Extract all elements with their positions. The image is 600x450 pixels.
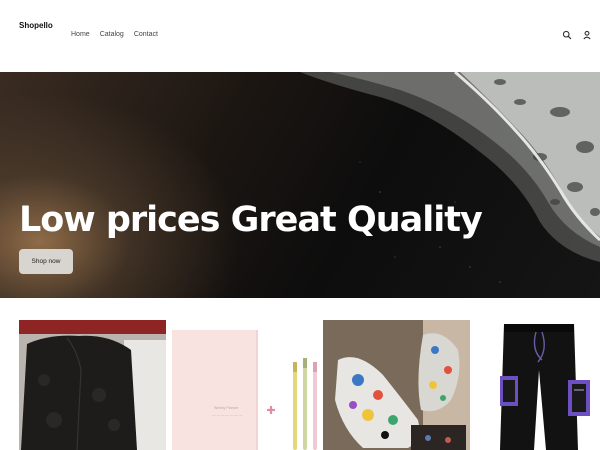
nav-link-catalog[interactable]: Catalog xyxy=(100,31,124,38)
product-image-jacket xyxy=(19,320,166,450)
product-grid: Weekly Planner — — — — — — — xyxy=(0,320,600,450)
planner-subtitle: — — — — — — — xyxy=(212,413,243,417)
site-header: Shopello Home Catalog Contact xyxy=(0,0,600,72)
search-icon[interactable] xyxy=(562,30,572,40)
product-card-planner[interactable]: Weekly Planner — — — — — — — xyxy=(172,320,319,450)
product-card-jacket[interactable] xyxy=(19,320,166,450)
account-icon[interactable] xyxy=(582,30,592,40)
hero-banner: Low prices Great Quality Shop now xyxy=(0,72,600,298)
planner-title: Weekly Planner xyxy=(214,406,239,410)
product-card-sneakers[interactable] xyxy=(323,320,470,450)
product-image-sneakers xyxy=(323,320,470,450)
nav-link-home[interactable]: Home xyxy=(71,31,90,38)
main-nav: Home Catalog Contact xyxy=(71,31,158,38)
product-image-planner xyxy=(172,330,317,450)
site-logo[interactable]: Shopello xyxy=(19,21,53,30)
shop-now-button[interactable]: Shop now xyxy=(19,249,73,274)
product-image-pants xyxy=(500,324,590,450)
hero-image-ocean xyxy=(300,72,600,283)
product-card-pants[interactable] xyxy=(476,320,600,450)
nav-link-contact[interactable]: Contact xyxy=(134,31,158,38)
hero-title: Low prices Great Quality xyxy=(19,200,483,240)
header-icons xyxy=(562,30,592,40)
